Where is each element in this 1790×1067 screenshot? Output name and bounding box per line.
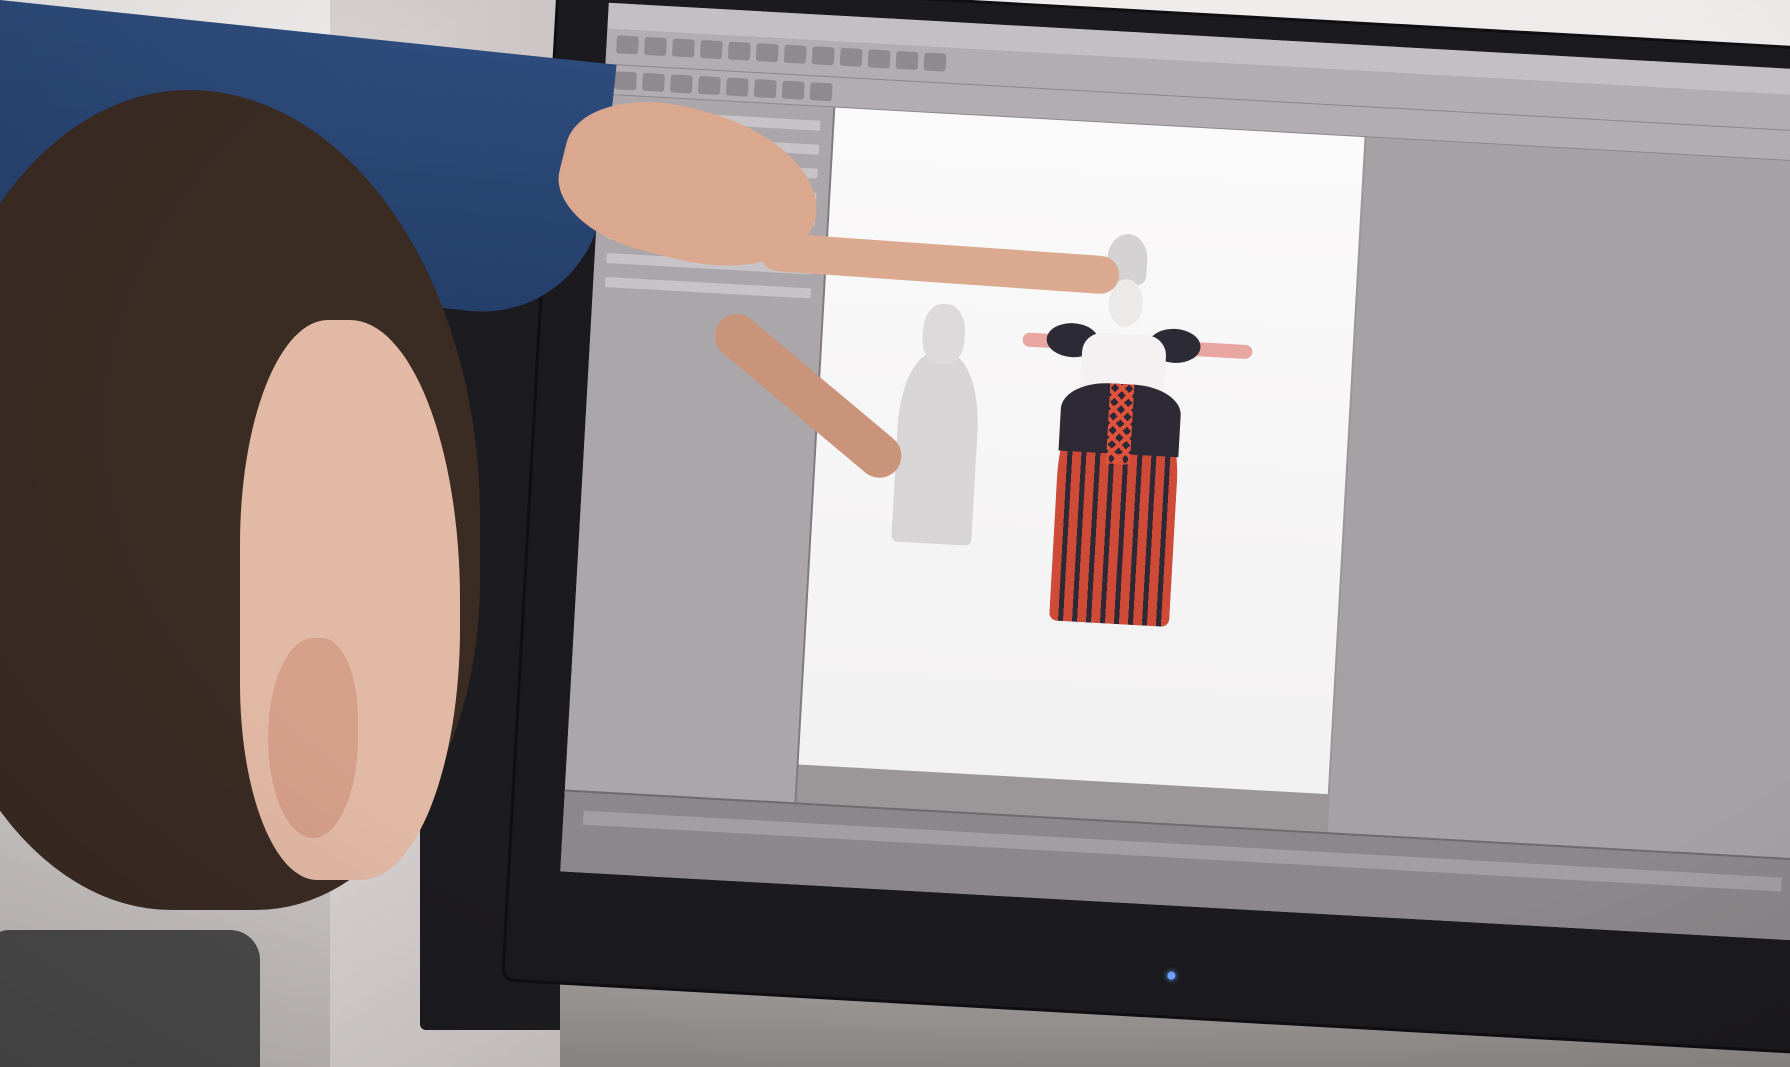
dress-character-model — [1007, 229, 1259, 641]
channel-box-panel — [1327, 137, 1790, 861]
toolbar-icon — [783, 44, 807, 64]
panel-row — [604, 277, 812, 299]
photo-scene — [0, 0, 1790, 1067]
toolbar-icon — [923, 52, 947, 72]
toolbar-icon — [643, 36, 667, 57]
toolbar-icon — [867, 49, 891, 69]
toolbar-icon — [699, 39, 723, 60]
grey-character-model — [891, 302, 985, 556]
toolbar-icon — [839, 47, 863, 67]
person-face — [240, 320, 460, 880]
person-ear — [268, 638, 358, 838]
toolbar-icon — [727, 41, 751, 61]
shelf-icon — [781, 80, 805, 100]
shelf-icon — [725, 77, 749, 97]
power-indicator-icon — [1167, 971, 1176, 980]
shelf-icon — [697, 75, 721, 96]
person-shirt — [0, 930, 260, 1067]
toolbar-icon — [615, 35, 639, 55]
shelf-icon — [641, 72, 665, 92]
shelf-icon — [753, 79, 777, 99]
model-lacing — [1105, 383, 1135, 465]
toolbar-icon — [811, 46, 835, 66]
shelf-icon — [669, 74, 693, 94]
toolbar-icon — [671, 38, 695, 58]
shelf-icon — [809, 82, 833, 102]
model-head — [921, 302, 967, 366]
model-body — [891, 351, 982, 546]
shelf-icon — [613, 71, 637, 91]
toolbar-icon — [895, 50, 919, 71]
toolbar-icon — [755, 43, 779, 63]
